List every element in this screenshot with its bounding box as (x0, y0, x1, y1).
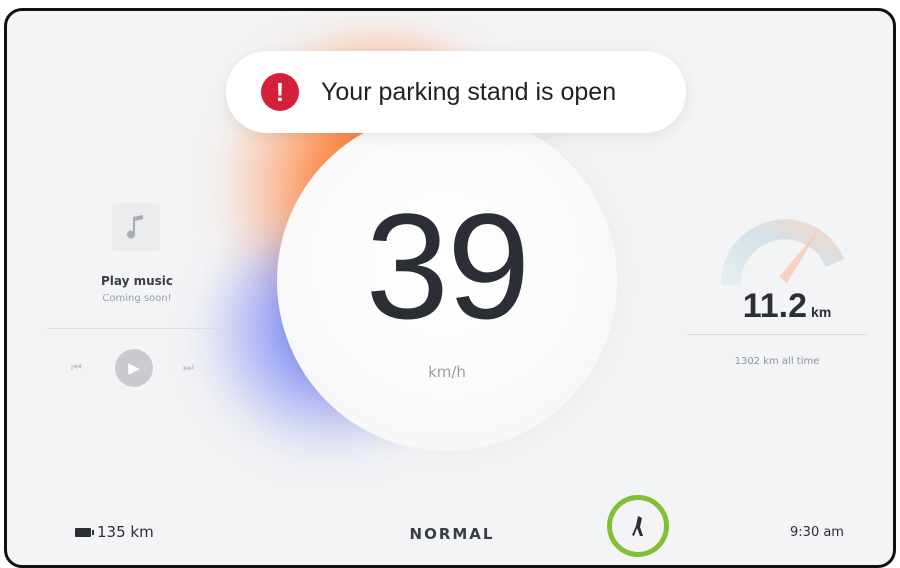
trip-distance-value: 11.2 (742, 287, 808, 325)
notification-message: Your parking stand is open (321, 77, 617, 106)
gauge-icon (720, 219, 845, 286)
music-note-icon (112, 203, 160, 251)
music-subtitle: Coming soon! (102, 293, 172, 304)
kickstand-icon (632, 516, 643, 536)
alert-icon: ! (261, 73, 299, 111)
trip-divider (687, 334, 867, 335)
parking-stand-notification[interactable]: ! Your parking stand is open (226, 51, 686, 133)
speedometer: 39 km/h (277, 111, 617, 451)
battery-range: 135 km (75, 523, 154, 541)
music-title: Play music (100, 274, 174, 288)
battery-range-value: 135 km (97, 523, 154, 541)
trip-distance: 11.2 km (712, 287, 862, 326)
clock: 9:30 am (790, 525, 844, 540)
next-icon[interactable]: ⏭ (183, 360, 194, 375)
play-button[interactable]: ▶ (115, 349, 153, 387)
kickstand-indicator (607, 495, 669, 557)
trip-distance-unit: km (811, 304, 832, 320)
ride-mode[interactable]: NORMAL (387, 525, 517, 543)
speed-unit: km/h (428, 363, 466, 381)
dashboard-screen: 39 km/h ! Your parking stand is open Pla… (4, 8, 896, 568)
battery-icon (75, 527, 94, 537)
music-divider (47, 328, 227, 329)
previous-icon[interactable]: ⏮ (71, 360, 82, 375)
trip-all-time: 1302 km all time (734, 356, 820, 367)
play-icon: ▶ (128, 359, 140, 377)
speed-value: 39 (365, 182, 531, 350)
